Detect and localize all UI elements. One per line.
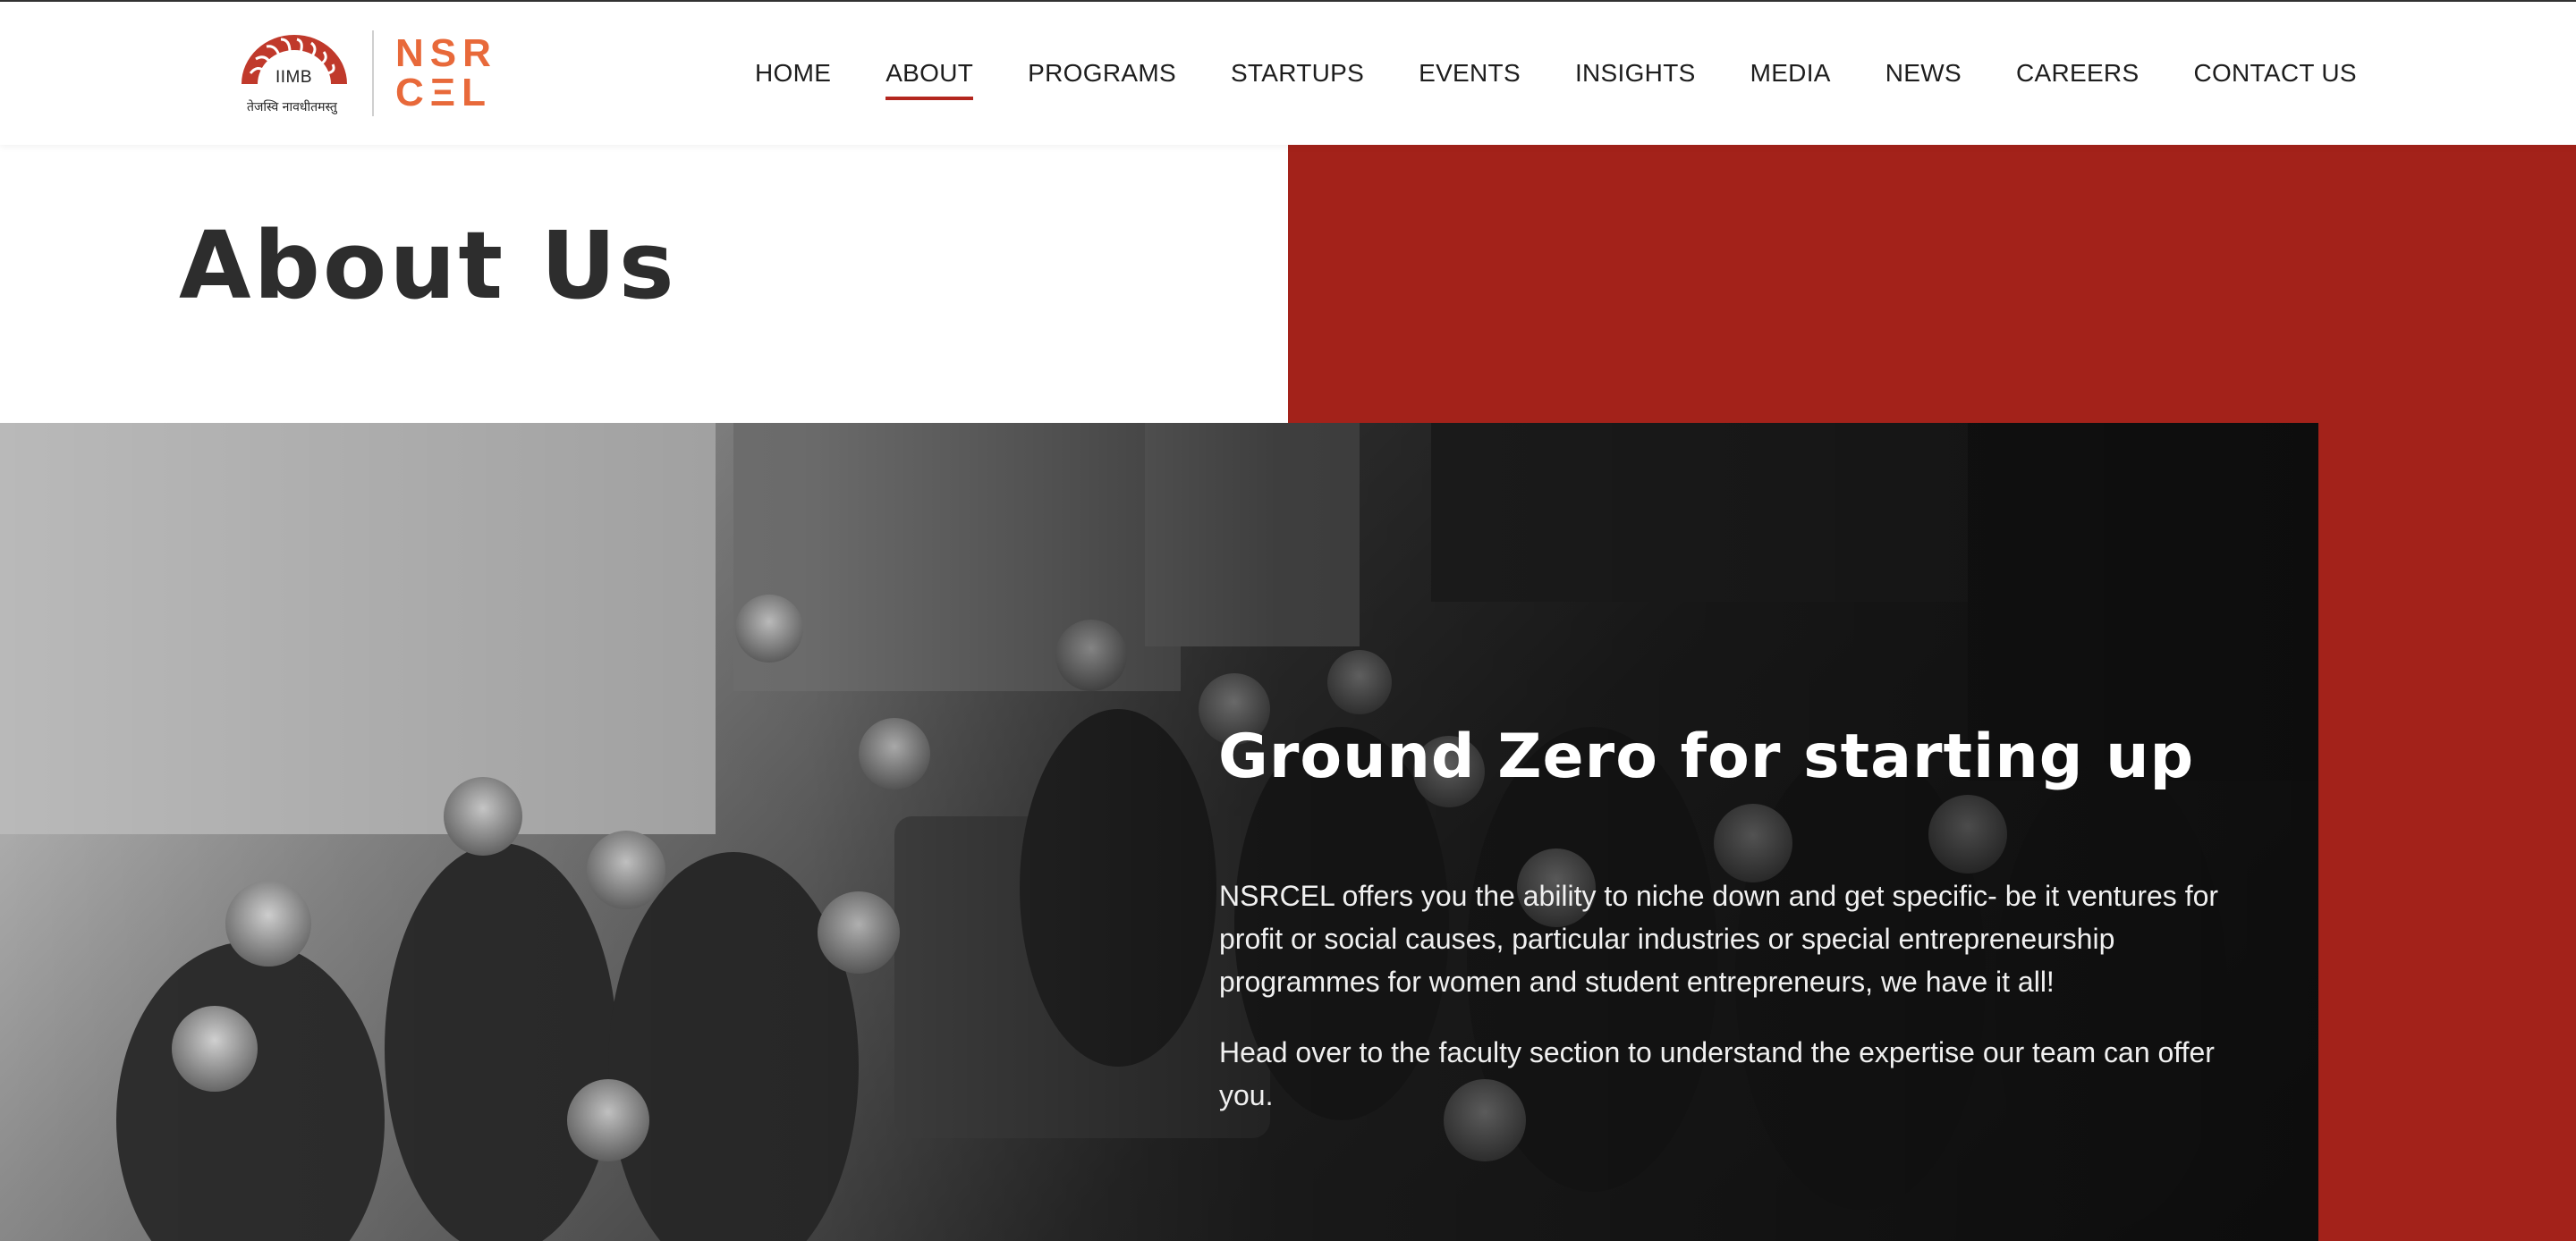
nav-news[interactable]: NEWS	[1885, 59, 1962, 88]
hero-dark-overlay	[0, 423, 2318, 1241]
hero-paragraph-2: Head over to the faculty section to unde…	[1219, 1036, 2215, 1111]
nsrcel-logo-top: NSR	[395, 31, 497, 75]
nsrcel-logo: NSR CΞL	[395, 34, 497, 113]
site-logo[interactable]: IIMB तेजस्वि नावधीतमस्तु NSR CΞL	[240, 29, 497, 118]
nav-events[interactable]: EVENTS	[1419, 59, 1521, 88]
nav-careers[interactable]: CAREERS	[2016, 59, 2139, 88]
nav-programs[interactable]: PROGRAMS	[1028, 59, 1176, 88]
iimb-wordmark: IIMB	[275, 68, 313, 87]
hero-heading: Ground Zero for starting up	[1218, 722, 2195, 792]
iimb-fan-icon	[242, 35, 347, 84]
hero-section: Ground Zero for starting up NSRCEL offer…	[0, 423, 2318, 1241]
site-header: IIMB तेजस्वि नावधीतमस्तु NSR CΞL HOME AB…	[0, 2, 2576, 145]
page-title: About Us	[179, 211, 677, 320]
nsrcel-logo-bottom: CΞL	[395, 71, 492, 114]
nav-insights[interactable]: INSIGHTS	[1575, 59, 1696, 88]
nav-home[interactable]: HOME	[755, 59, 831, 88]
hero-paragraph-1: NSRCEL offers you the ability to niche d…	[1219, 880, 2219, 998]
iimb-motto: तेजस्वि नावधीतमस्तु	[247, 100, 337, 114]
iimb-logo: IIMB तेजस्वि नावधीतमस्तु	[240, 29, 349, 118]
main-nav: HOME ABOUT PROGRAMS STARTUPS EVENTS INSI…	[755, 2, 2357, 145]
nav-about[interactable]: ABOUT	[886, 59, 974, 100]
logo-divider	[372, 30, 374, 116]
nav-media[interactable]: MEDIA	[1750, 59, 1831, 88]
nav-contact-us[interactable]: CONTACT US	[2193, 59, 2356, 88]
nav-startups[interactable]: STARTUPS	[1231, 59, 1364, 88]
